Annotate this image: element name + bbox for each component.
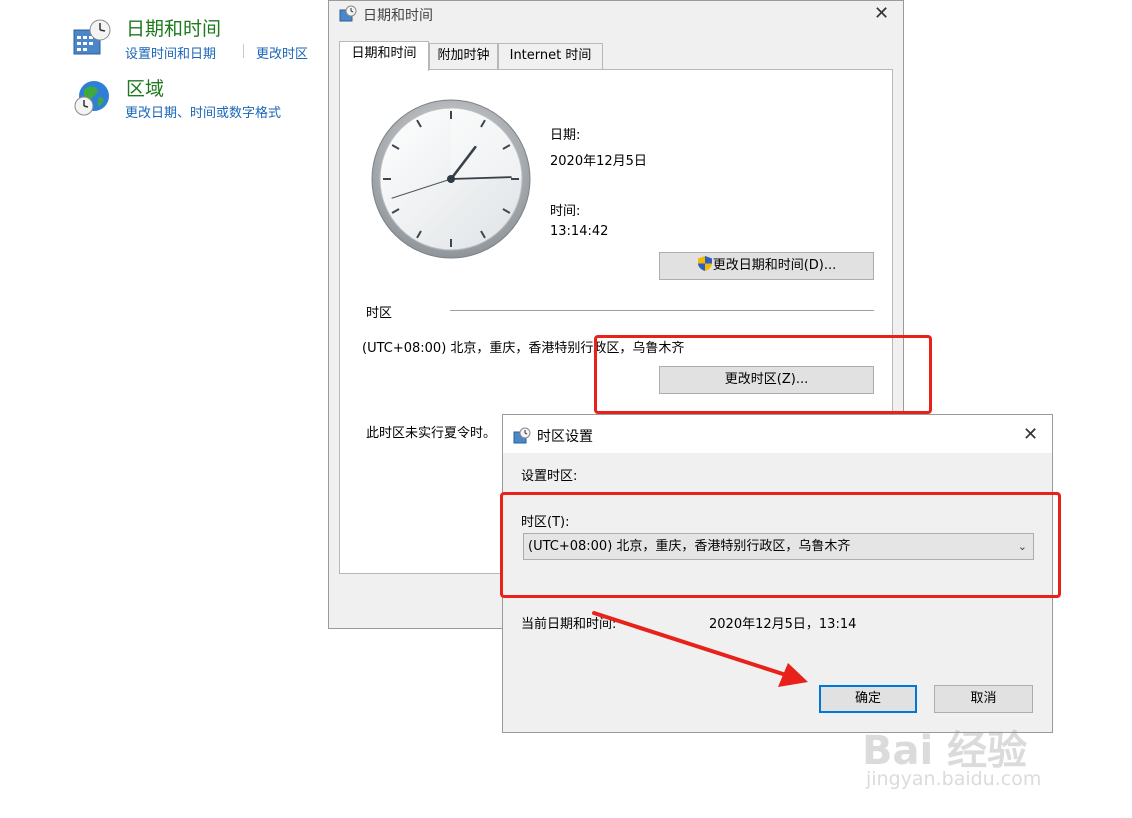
uac-shield-icon <box>697 256 712 271</box>
tab-additional-clocks[interactable]: 附加时钟 <box>429 43 498 69</box>
annotation-arrow <box>592 611 808 687</box>
watermark-url: jingyan.baidu.com <box>866 768 1042 790</box>
date-label: 日期: <box>550 128 581 143</box>
change-formats-link[interactable]: 更改日期、时间或数字格式 <box>125 102 281 121</box>
timezone-group-divider <box>450 310 874 311</box>
time-label: 时间: <box>550 204 581 219</box>
annotation-box-timezone-select <box>500 492 1061 598</box>
datetime-category-title[interactable]: 日期和时间 <box>126 14 221 41</box>
tab-internet-time[interactable]: Internet 时间 <box>498 43 603 69</box>
tz-close-icon[interactable]: ✕ <box>1023 426 1038 444</box>
region-globe-icon <box>72 78 112 118</box>
link-separator <box>243 44 244 58</box>
cancel-button[interactable]: 取消 <box>934 685 1033 713</box>
tz-dialog-app-icon <box>513 427 531 445</box>
baidu-jingyan-watermark: Bai 经验 jingyan.baidu.com <box>862 718 1074 798</box>
time-value: 13:14:42 <box>550 224 609 239</box>
analog-clock <box>371 99 531 259</box>
datetime-calendar-clock-icon <box>72 18 112 58</box>
dialog-app-icon <box>339 5 357 23</box>
ok-button[interactable]: 确定 <box>819 685 917 713</box>
timezone-group-label: 时区 <box>366 306 393 321</box>
change-datetime-button-label: 更改日期和时间(D)... <box>712 258 837 273</box>
change-timezone-link[interactable]: 更改时区 <box>256 43 308 62</box>
tab-datetime[interactable]: 日期和时间 <box>339 41 429 71</box>
region-category-title[interactable]: 区域 <box>126 74 164 101</box>
dst-note: 此时区未实行夏令时。 <box>366 426 497 441</box>
set-time-date-link[interactable]: 设置时间和日期 <box>125 43 216 62</box>
date-value: 2020年12月5日 <box>550 154 647 169</box>
dialog-title: 日期和时间 <box>363 8 433 24</box>
set-timezone-label: 设置时区: <box>521 469 578 484</box>
annotation-box-change-timezone <box>594 335 932 414</box>
tz-dialog-title: 时区设置 <box>537 429 593 445</box>
change-datetime-button[interactable]: 更改日期和时间(D)... <box>659 252 874 280</box>
close-icon[interactable]: ✕ <box>874 5 889 23</box>
